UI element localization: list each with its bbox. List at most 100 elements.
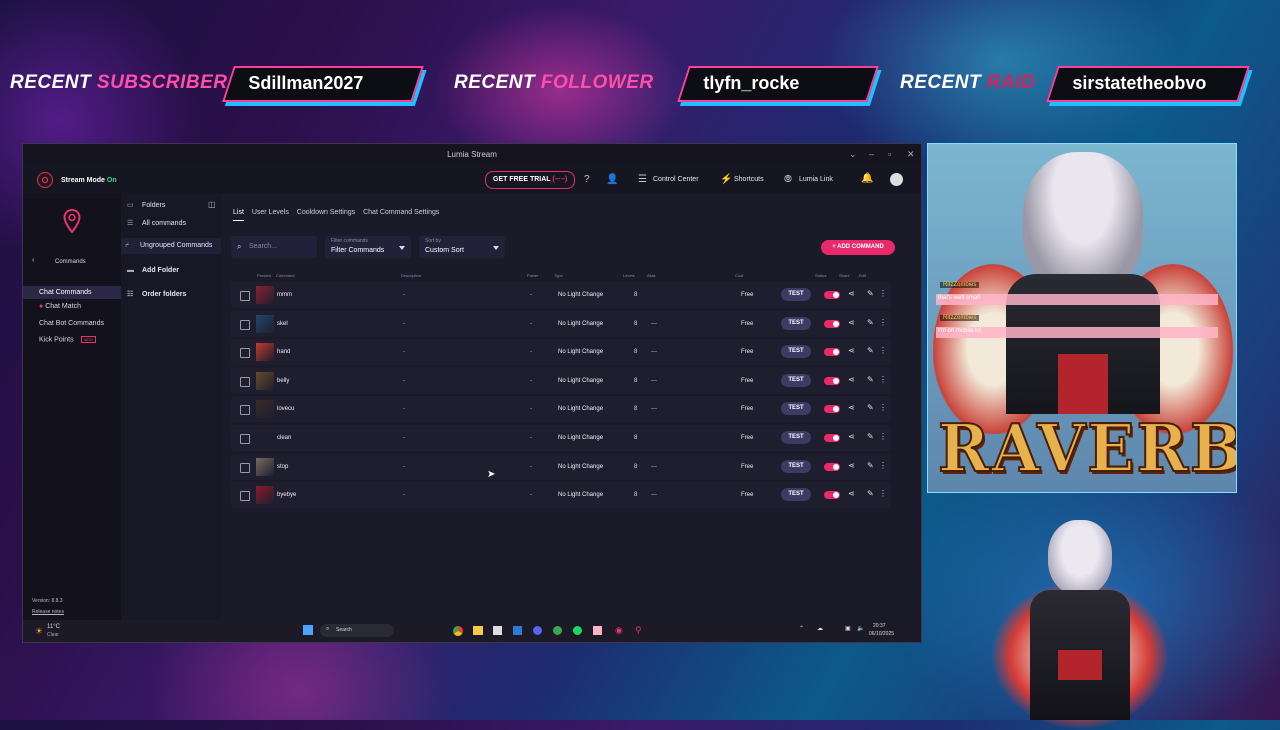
tab-chat-command-settings[interactable]: Chat Command Settings [363, 209, 439, 216]
nav-chat-match[interactable]: ● Chat Match [39, 303, 81, 310]
test-button[interactable]: TEST [781, 431, 811, 444]
tray-chevron-icon[interactable]: ⌃ [799, 625, 804, 632]
row-checkbox[interactable] [240, 376, 250, 387]
tab-list[interactable]: List [233, 209, 244, 221]
table-row[interactable]: byebye - - No Light Change 8 — Free TEST… [231, 482, 891, 509]
table-row[interactable]: skel - - No Light Change 8 — Free TEST ⋖… [231, 310, 891, 337]
filter-commands-select[interactable]: Filter commands Filter Commands [325, 236, 411, 258]
test-button[interactable]: TEST [781, 373, 811, 387]
test-button[interactable]: TEST [781, 288, 811, 301]
row-checkbox[interactable] [240, 462, 250, 473]
edit-icon[interactable]: ✎ [867, 461, 874, 470]
xbox-icon[interactable] [553, 626, 562, 635]
edit-icon[interactable]: ✎ [867, 432, 874, 441]
row-checkbox[interactable] [240, 348, 250, 359]
nav-kick-points[interactable]: Kick Points NEW [39, 336, 96, 343]
more-options-icon[interactable]: ⋮ [879, 432, 887, 441]
more-options-icon[interactable]: ⋮ [879, 346, 887, 355]
test-button[interactable]: TEST [781, 402, 811, 416]
outlook-icon[interactable] [513, 626, 522, 635]
table-row[interactable]: stop - - No Light Change 8 — Free TEST ⋖… [231, 453, 891, 480]
row-checkbox[interactable] [240, 434, 250, 444]
row-checkbox[interactable] [240, 491, 250, 502]
share-icon[interactable]: ⋖ [848, 289, 855, 298]
edit-icon[interactable]: ✎ [867, 289, 874, 298]
share-icon[interactable]: ⋖ [848, 403, 855, 412]
obs-icon[interactable]: ◉ [615, 625, 623, 636]
test-button[interactable]: TEST [781, 488, 811, 502]
close-icon[interactable]: ✕ [907, 149, 915, 160]
sort-select[interactable]: Sort by Custom Sort [419, 236, 505, 258]
more-options-icon[interactable]: ⋮ [879, 403, 887, 412]
search-input[interactable]: ⌕ Search... [231, 236, 317, 258]
user-icon[interactable]: 👤 [606, 174, 618, 185]
more-options-icon[interactable]: ⋮ [879, 461, 887, 470]
lumia-link[interactable]: Lumia Link [799, 176, 833, 183]
volume-icon[interactable]: 🔈 [857, 625, 864, 632]
status-toggle[interactable] [824, 462, 840, 471]
chrome-icon[interactable] [453, 626, 463, 636]
share-icon[interactable]: ⋖ [848, 489, 855, 498]
table-row[interactable]: hand - - No Light Change 8 — Free TEST ⋖… [231, 339, 891, 366]
row-checkbox[interactable] [240, 291, 250, 301]
more-options-icon[interactable]: ⋮ [879, 318, 887, 327]
status-toggle[interactable] [824, 434, 840, 442]
edit-icon[interactable]: ✎ [867, 489, 874, 498]
nav-chat-bot-commands[interactable]: Chat Bot Commands [39, 320, 104, 327]
share-icon[interactable]: ⋖ [848, 432, 855, 441]
edit-icon[interactable]: ✎ [867, 346, 874, 355]
stream-mode-toggle[interactable]: Stream Mode On [37, 171, 117, 189]
chevron-down-icon[interactable]: ⌄ [849, 149, 857, 160]
store-icon[interactable] [493, 626, 502, 635]
more-options-icon[interactable]: ⋮ [879, 489, 887, 498]
share-icon[interactable]: ⋖ [848, 461, 855, 470]
status-toggle[interactable] [824, 291, 840, 299]
avatar[interactable] [890, 173, 903, 186]
status-toggle[interactable] [824, 491, 840, 500]
table-row[interactable]: belly - - No Light Change 8 — Free TEST … [231, 367, 891, 394]
share-icon[interactable]: ⋖ [848, 375, 855, 384]
test-button[interactable]: TEST [781, 345, 811, 359]
folder-all-commands[interactable]: ☰ All commands [127, 219, 186, 227]
back-chevron-icon[interactable]: ‹ [32, 257, 34, 264]
free-trial-button[interactable]: GET FREE TRIAL (–·–) [485, 171, 576, 189]
more-options-icon[interactable]: ⋮ [879, 375, 887, 384]
test-button[interactable]: TEST [781, 459, 811, 473]
table-row[interactable]: clean - - No Light Change 8 Free TEST ⋖ … [231, 425, 891, 451]
folder-ungrouped[interactable]: ⌿ Ungrouped Commands [121, 238, 221, 254]
edit-icon[interactable]: ✎ [867, 318, 874, 327]
row-checkbox[interactable] [240, 405, 250, 416]
share-icon[interactable]: ⋖ [848, 346, 855, 355]
status-toggle[interactable] [824, 319, 840, 328]
test-button[interactable]: TEST [781, 316, 811, 330]
shortcuts-link[interactable]: Shortcuts [734, 176, 764, 183]
start-icon[interactable] [303, 625, 313, 635]
app-icon[interactable] [593, 626, 602, 635]
release-notes-link[interactable]: Release notes [32, 609, 64, 615]
share-icon[interactable]: ⋖ [848, 318, 855, 327]
add-command-button[interactable]: + ADD COMMAND [821, 240, 895, 255]
lumia-taskbar-icon[interactable]: ⚲ [635, 625, 642, 636]
edit-icon[interactable]: ✎ [867, 403, 874, 412]
help-icon[interactable]: ? [584, 174, 590, 185]
status-toggle[interactable] [824, 348, 840, 357]
edit-icon[interactable]: ✎ [867, 375, 874, 384]
maximize-icon[interactable]: ▫ [888, 149, 891, 159]
row-checkbox[interactable] [240, 319, 250, 330]
spotify-icon[interactable] [573, 626, 582, 635]
tab-cooldown-settings[interactable]: Cooldown Settings [297, 209, 355, 216]
table-row[interactable]: lovecu - - No Light Change 8 — Free TEST… [231, 396, 891, 423]
collapse-panel-icon[interactable]: ◫ [208, 200, 216, 209]
table-row[interactable]: mmm - - No Light Change 8 Free TEST ⋖ ✎ … [231, 282, 891, 308]
file-explorer-icon[interactable] [473, 626, 483, 635]
minimize-icon[interactable]: – [869, 149, 874, 159]
tab-user-levels[interactable]: User Levels [252, 209, 289, 216]
status-toggle[interactable] [824, 405, 840, 414]
add-folder-button[interactable]: ▬ Add Folder [127, 267, 179, 274]
nav-chat-commands[interactable]: Chat Commands [23, 286, 121, 299]
more-options-icon[interactable]: ⋮ [879, 289, 887, 298]
taskbar-search[interactable]: ⌕ Search [320, 624, 394, 637]
order-folders-button[interactable]: ☷ Order folders [127, 290, 186, 298]
discord-icon[interactable] [533, 626, 542, 635]
bell-icon[interactable]: 🔔 [861, 173, 873, 184]
